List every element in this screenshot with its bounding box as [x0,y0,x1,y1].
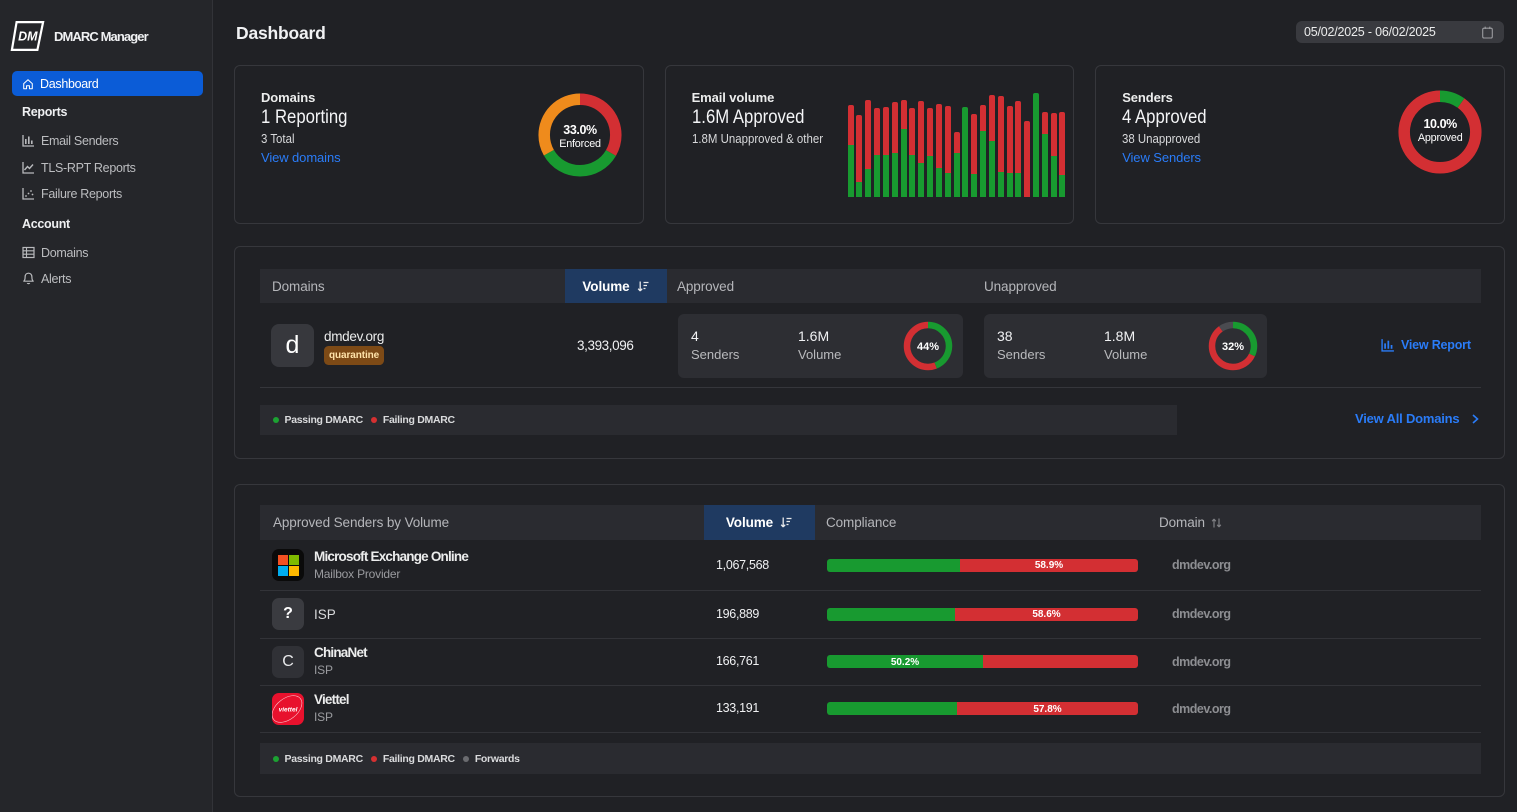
svg-text:44%: 44% [917,341,939,353]
svg-text:viettel: viettel [279,706,298,713]
svg-text:32%: 32% [1222,341,1244,353]
svg-text:DM: DM [18,29,38,43]
